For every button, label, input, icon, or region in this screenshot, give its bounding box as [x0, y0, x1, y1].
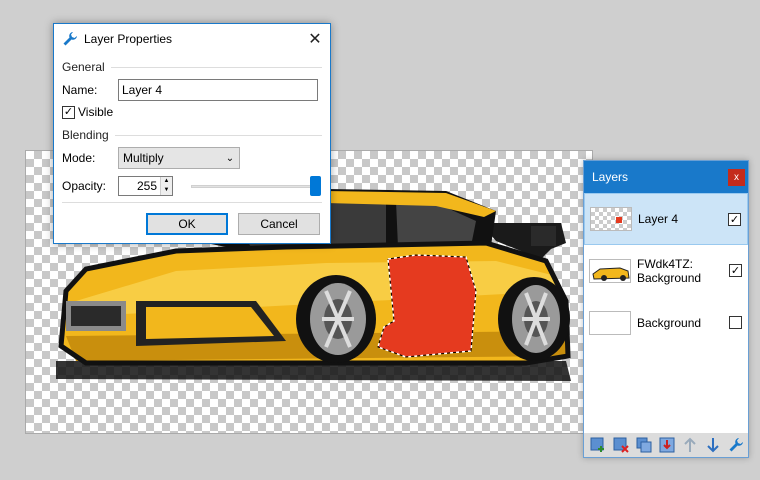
opacity-spinner[interactable]: 255 ▲ ▼: [118, 176, 173, 196]
button-divider: [62, 202, 322, 203]
slider-thumb[interactable]: [310, 176, 321, 196]
layer-item-background[interactable]: Background: [584, 297, 748, 349]
layer-properties-dialog: Layer Properties ✕ General Name: ✓ Visib…: [53, 23, 331, 244]
slider-track: [191, 185, 321, 188]
mode-row: Mode: Multiply ⌄: [62, 146, 322, 170]
wrench-icon: [63, 32, 77, 46]
layers-title: Layers: [592, 170, 629, 184]
layer-thumbnail: [589, 258, 631, 283]
add-layer-icon[interactable]: [588, 436, 607, 455]
layer-visibility-checkbox[interactable]: ✓: [729, 264, 742, 277]
mode-value: Multiply: [123, 151, 164, 165]
layers-panel: Layers x Layer 4 ✓ FWdk4TZ: Background ✓…: [583, 160, 749, 458]
ok-button[interactable]: OK: [146, 213, 228, 235]
layer-thumbnail: [589, 310, 631, 335]
divider: [110, 66, 322, 68]
spin-up-icon[interactable]: ▲: [161, 177, 172, 186]
general-group: General: [62, 60, 322, 74]
delete-layer-icon[interactable]: [611, 436, 630, 455]
layer-visibility-checkbox[interactable]: [729, 316, 742, 329]
name-label: Name:: [62, 83, 98, 97]
layer-name: Layer 4: [638, 212, 679, 226]
divider: [114, 134, 322, 136]
layer-item-layer-4[interactable]: Layer 4 ✓: [584, 193, 748, 245]
visible-label: Visible: [78, 105, 114, 119]
layers-toolbar: [584, 433, 748, 457]
cancel-button[interactable]: Cancel: [238, 213, 320, 235]
blending-heading: Blending: [62, 128, 109, 142]
name-input[interactable]: [118, 79, 318, 101]
move-up-icon[interactable]: [680, 436, 699, 455]
mode-select[interactable]: Multiply ⌄: [118, 147, 240, 169]
opacity-label: Opacity:: [62, 179, 107, 193]
spin-down-icon[interactable]: ▼: [161, 186, 172, 195]
move-down-icon[interactable]: [703, 436, 722, 455]
close-icon[interactable]: ✕: [300, 24, 330, 54]
chevron-down-icon: ⌄: [225, 152, 235, 164]
layer-visibility-checkbox[interactable]: ✓: [728, 212, 741, 226]
opacity-value: 255: [136, 179, 157, 193]
merge-down-icon[interactable]: [657, 436, 676, 455]
layer-name: Background: [637, 315, 702, 330]
opacity-row: Opacity: 255 ▲ ▼: [62, 174, 322, 198]
mode-label: Mode:: [62, 151, 96, 165]
layer-name: FWdk4TZ: Background: [637, 256, 702, 285]
layer-item-fwdk4tz-background[interactable]: FWdk4TZ: Background ✓: [584, 245, 748, 297]
layer-properties-icon[interactable]: [726, 436, 745, 455]
general-heading: General: [62, 60, 105, 74]
layer-thumbnail: [590, 207, 632, 231]
opacity-slider[interactable]: [191, 176, 321, 196]
name-row: Name:: [62, 78, 322, 102]
close-icon[interactable]: x: [728, 168, 745, 186]
duplicate-layer-icon[interactable]: [634, 436, 653, 455]
blending-group: Blending: [62, 128, 322, 142]
dialog-titlebar[interactable]: Layer Properties ✕: [54, 24, 330, 54]
divider: [62, 202, 322, 203]
dialog-title: Layer Properties: [84, 32, 173, 46]
visible-checkbox[interactable]: ✓: [62, 105, 75, 119]
visible-row[interactable]: ✓ Visible: [62, 102, 322, 122]
spinner-buttons[interactable]: ▲ ▼: [160, 177, 172, 195]
layers-titlebar[interactable]: Layers x: [584, 161, 748, 193]
dialog-buttons: OK Cancel: [54, 213, 320, 235]
